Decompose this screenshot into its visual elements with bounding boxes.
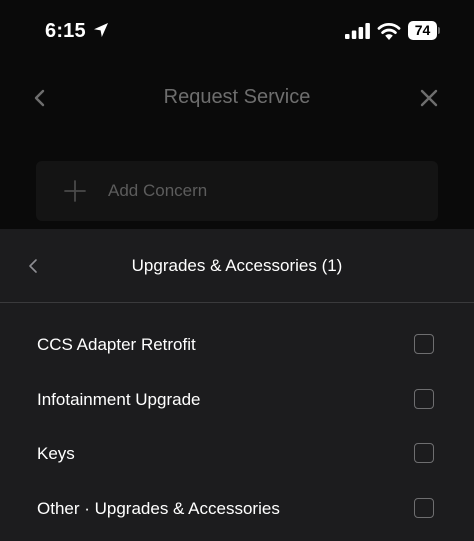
option-list: CCS Adapter Retrofit Infotainment Upgrad… [0, 318, 474, 537]
status-time: 6:15 [45, 20, 86, 42]
add-concern-label: Add Concern [108, 181, 208, 200]
option-row-ccs-adapter-retrofit[interactable]: CCS Adapter Retrofit [0, 318, 474, 373]
option-row-infotainment-upgrade[interactable]: Infotainment Upgrade [0, 373, 474, 428]
location-arrow-icon [94, 23, 108, 37]
close-icon[interactable] [419, 88, 439, 108]
battery-icon: 74 [408, 21, 440, 40]
wifi-icon [377, 23, 401, 40]
sheet-title: Upgrades & Accessories (1) [131, 256, 343, 275]
option-row-other-upgrades-accessories[interactable]: Other · Upgrades & Accessories [0, 482, 474, 537]
option-checkbox[interactable] [414, 334, 434, 354]
option-checkbox[interactable] [414, 498, 434, 519]
option-label: CCS Adapter Retrofit [37, 335, 196, 354]
option-label: Keys [37, 444, 75, 464]
option-row-keys[interactable]: Keys [0, 427, 474, 482]
request-service-header: Request Service [0, 62, 474, 134]
battery-level: 74 [414, 22, 431, 38]
plus-icon [64, 180, 86, 202]
sheet-header: Upgrades & Accessories (1) [0, 229, 474, 303]
battery-tip [438, 27, 440, 34]
category-sheet: Upgrades & Accessories (1) CCS Adapter R… [0, 229, 474, 541]
option-label: Other · Upgrades & Accessories [37, 499, 280, 519]
option-checkbox[interactable] [414, 443, 434, 464]
status-bar: 6:15 74 [0, 0, 474, 62]
page-title: Request Service [163, 86, 311, 108]
add-concern-button[interactable]: Add Concern [36, 161, 438, 221]
cellular-signal-icon [345, 23, 370, 39]
option-checkbox[interactable] [414, 388, 434, 409]
option-label: Infotainment Upgrade [37, 389, 201, 409]
